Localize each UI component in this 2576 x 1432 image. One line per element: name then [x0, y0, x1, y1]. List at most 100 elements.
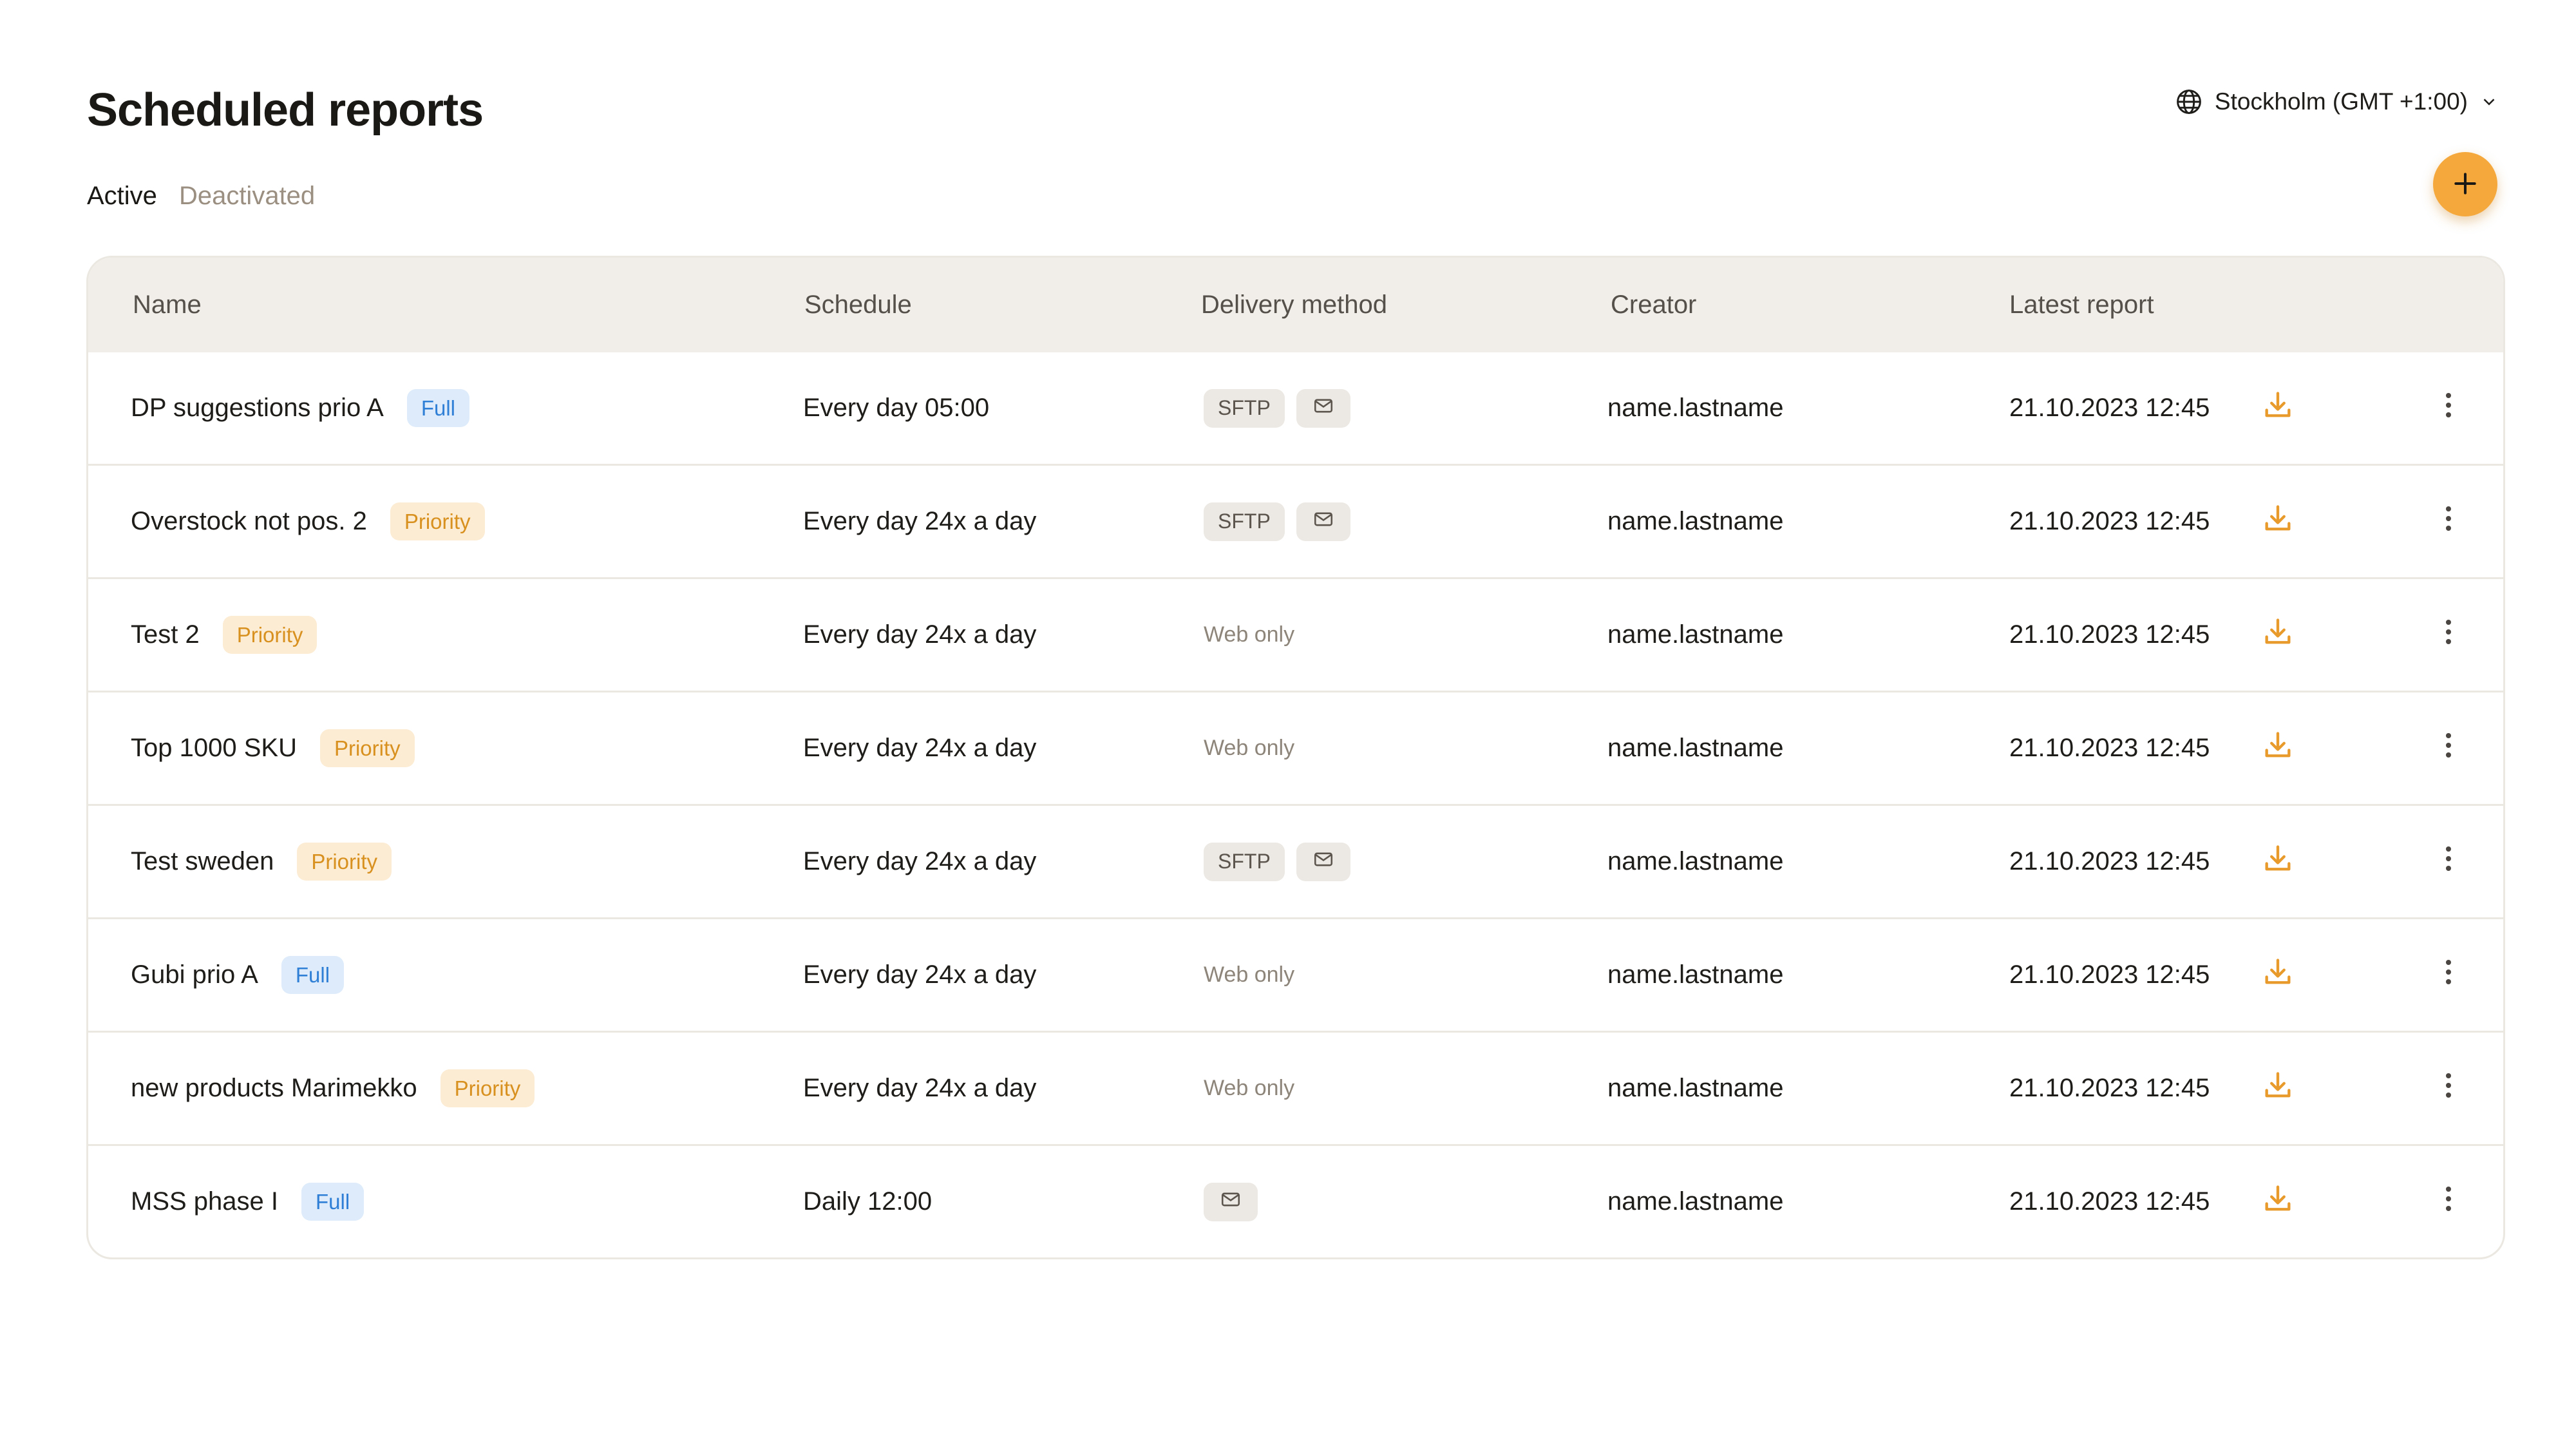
email-chip: [1296, 842, 1350, 881]
mail-icon: [1312, 508, 1334, 535]
more-vertical-icon: [2436, 1183, 2461, 1221]
more-options-button[interactable]: [2426, 806, 2471, 917]
web-only-label: Web only: [1204, 962, 1295, 987]
table-row[interactable]: new products Marimekko Priority Every da…: [88, 1031, 2503, 1144]
creator-cell: name.lastname: [1607, 1187, 1784, 1216]
schedule-cell: Every day 24x a day: [803, 734, 1037, 762]
download-button[interactable]: [2252, 806, 2304, 917]
download-button[interactable]: [2252, 352, 2304, 464]
download-icon: [2261, 502, 2295, 542]
download-button[interactable]: [2252, 466, 2304, 577]
report-name: Overstock not pos. 2: [131, 507, 367, 535]
download-button[interactable]: [2252, 692, 2304, 804]
plus-icon: [2451, 169, 2479, 200]
schedule-cell: Every day 24x a day: [803, 620, 1037, 649]
report-name-cell: new products Marimekko Priority: [131, 1033, 535, 1144]
report-type-badge: Full: [406, 388, 470, 428]
report-name-cell: Gubi prio A Full: [131, 919, 345, 1031]
mail-icon: [1312, 848, 1334, 875]
column-header-schedule: Schedule: [804, 291, 912, 319]
web-only-label: Web only: [1204, 1076, 1295, 1100]
schedule-cell: Every day 24x a day: [803, 847, 1037, 875]
tab-active[interactable]: Active: [87, 182, 157, 211]
download-button[interactable]: [2252, 919, 2304, 1031]
table-row[interactable]: Overstock not pos. 2 Priority Every day …: [88, 464, 2503, 577]
creator-cell: name.lastname: [1607, 960, 1784, 989]
table-row[interactable]: Top 1000 SKU Priority Every day 24x a da…: [88, 691, 2503, 804]
table-header: Name Schedule Delivery method Creator La…: [88, 258, 2503, 352]
globe-icon: [2175, 88, 2203, 116]
table-body: DP suggestions prio A Full Every day 05:…: [88, 352, 2503, 1257]
chevron-down-icon: [2479, 92, 2499, 111]
download-icon: [2261, 615, 2295, 655]
report-name-cell: DP suggestions prio A Full: [131, 352, 470, 464]
report-name-cell: Test 2 Priority: [131, 579, 317, 691]
report-type-badge: Priority: [319, 729, 415, 768]
delivery-method-cell: [1204, 1146, 1258, 1257]
latest-report-cell: 21.10.2023 12:45: [2009, 620, 2210, 649]
download-button[interactable]: [2252, 1146, 2304, 1257]
report-name-cell: Overstock not pos. 2 Priority: [131, 466, 485, 577]
column-header-name: Name: [133, 291, 202, 319]
more-options-button[interactable]: [2426, 1146, 2471, 1257]
latest-report-cell: 21.10.2023 12:45: [2009, 847, 2210, 875]
add-report-button[interactable]: [2433, 152, 2497, 216]
creator-cell: name.lastname: [1607, 734, 1784, 762]
download-icon: [2261, 955, 2295, 995]
status-tabs: Active Deactivated: [87, 182, 315, 211]
report-name: Top 1000 SKU: [131, 734, 297, 762]
report-type-badge: Priority: [440, 1069, 535, 1108]
download-icon: [2261, 1182, 2295, 1222]
column-header-latest-report: Latest report: [2009, 291, 2154, 319]
latest-report-cell: 21.10.2023 12:45: [2009, 734, 2210, 762]
tab-deactivated[interactable]: Deactivated: [179, 182, 315, 211]
delivery-method-cell: Web only: [1204, 579, 1294, 691]
more-vertical-icon: [2436, 956, 2461, 995]
latest-report-cell: 21.10.2023 12:45: [2009, 1187, 2210, 1216]
delivery-method-cell: Web only: [1204, 692, 1294, 804]
table-row[interactable]: MSS phase I Full Daily 12:00 name.lastna…: [88, 1144, 2503, 1257]
report-name: MSS phase I: [131, 1187, 279, 1216]
report-name-cell: Test sweden Priority: [131, 806, 392, 917]
more-options-button[interactable]: [2426, 692, 2471, 804]
report-name-cell: MSS phase I Full: [131, 1146, 365, 1257]
creator-cell: name.lastname: [1607, 394, 1784, 422]
email-chip: [1296, 388, 1350, 428]
download-icon: [2261, 1069, 2295, 1109]
more-options-button[interactable]: [2426, 466, 2471, 577]
more-vertical-icon: [2436, 1069, 2461, 1108]
report-name: new products Marimekko: [131, 1074, 417, 1102]
download-button[interactable]: [2252, 1033, 2304, 1144]
sftp-chip: SFTP: [1204, 388, 1285, 428]
timezone-label: Stockholm (GMT +1:00): [2214, 88, 2468, 115]
more-options-button[interactable]: [2426, 579, 2471, 691]
report-type-badge: Priority: [297, 842, 392, 881]
schedule-cell: Every day 05:00: [803, 394, 990, 422]
download-button[interactable]: [2252, 579, 2304, 691]
sftp-chip: SFTP: [1204, 502, 1285, 541]
page-title: Scheduled reports: [87, 84, 484, 136]
latest-report-cell: 21.10.2023 12:45: [2009, 394, 2210, 422]
report-type-badge: Priority: [222, 615, 317, 654]
latest-report-cell: 21.10.2023 12:45: [2009, 1074, 2210, 1102]
more-vertical-icon: [2436, 502, 2461, 541]
delivery-method-cell: SFTP: [1204, 352, 1350, 464]
report-type-badge: Full: [301, 1182, 365, 1221]
table-row[interactable]: DP suggestions prio A Full Every day 05:…: [88, 352, 2503, 464]
table-row[interactable]: Test sweden Priority Every day 24x a day…: [88, 804, 2503, 917]
web-only-label: Web only: [1204, 736, 1295, 760]
web-only-label: Web only: [1204, 622, 1295, 647]
more-vertical-icon: [2436, 616, 2461, 654]
more-options-button[interactable]: [2426, 1033, 2471, 1144]
timezone-selector[interactable]: Stockholm (GMT +1:00): [2175, 88, 2499, 116]
creator-cell: name.lastname: [1607, 620, 1784, 649]
more-options-button[interactable]: [2426, 919, 2471, 1031]
delivery-method-cell: Web only: [1204, 1033, 1294, 1144]
table-row[interactable]: Gubi prio A Full Every day 24x a day Web…: [88, 917, 2503, 1031]
report-name-cell: Top 1000 SKU Priority: [131, 692, 415, 804]
delivery-method-cell: Web only: [1204, 919, 1294, 1031]
more-vertical-icon: [2436, 843, 2461, 881]
more-options-button[interactable]: [2426, 352, 2471, 464]
report-type-badge: Full: [281, 955, 345, 995]
table-row[interactable]: Test 2 Priority Every day 24x a day Web …: [88, 577, 2503, 691]
